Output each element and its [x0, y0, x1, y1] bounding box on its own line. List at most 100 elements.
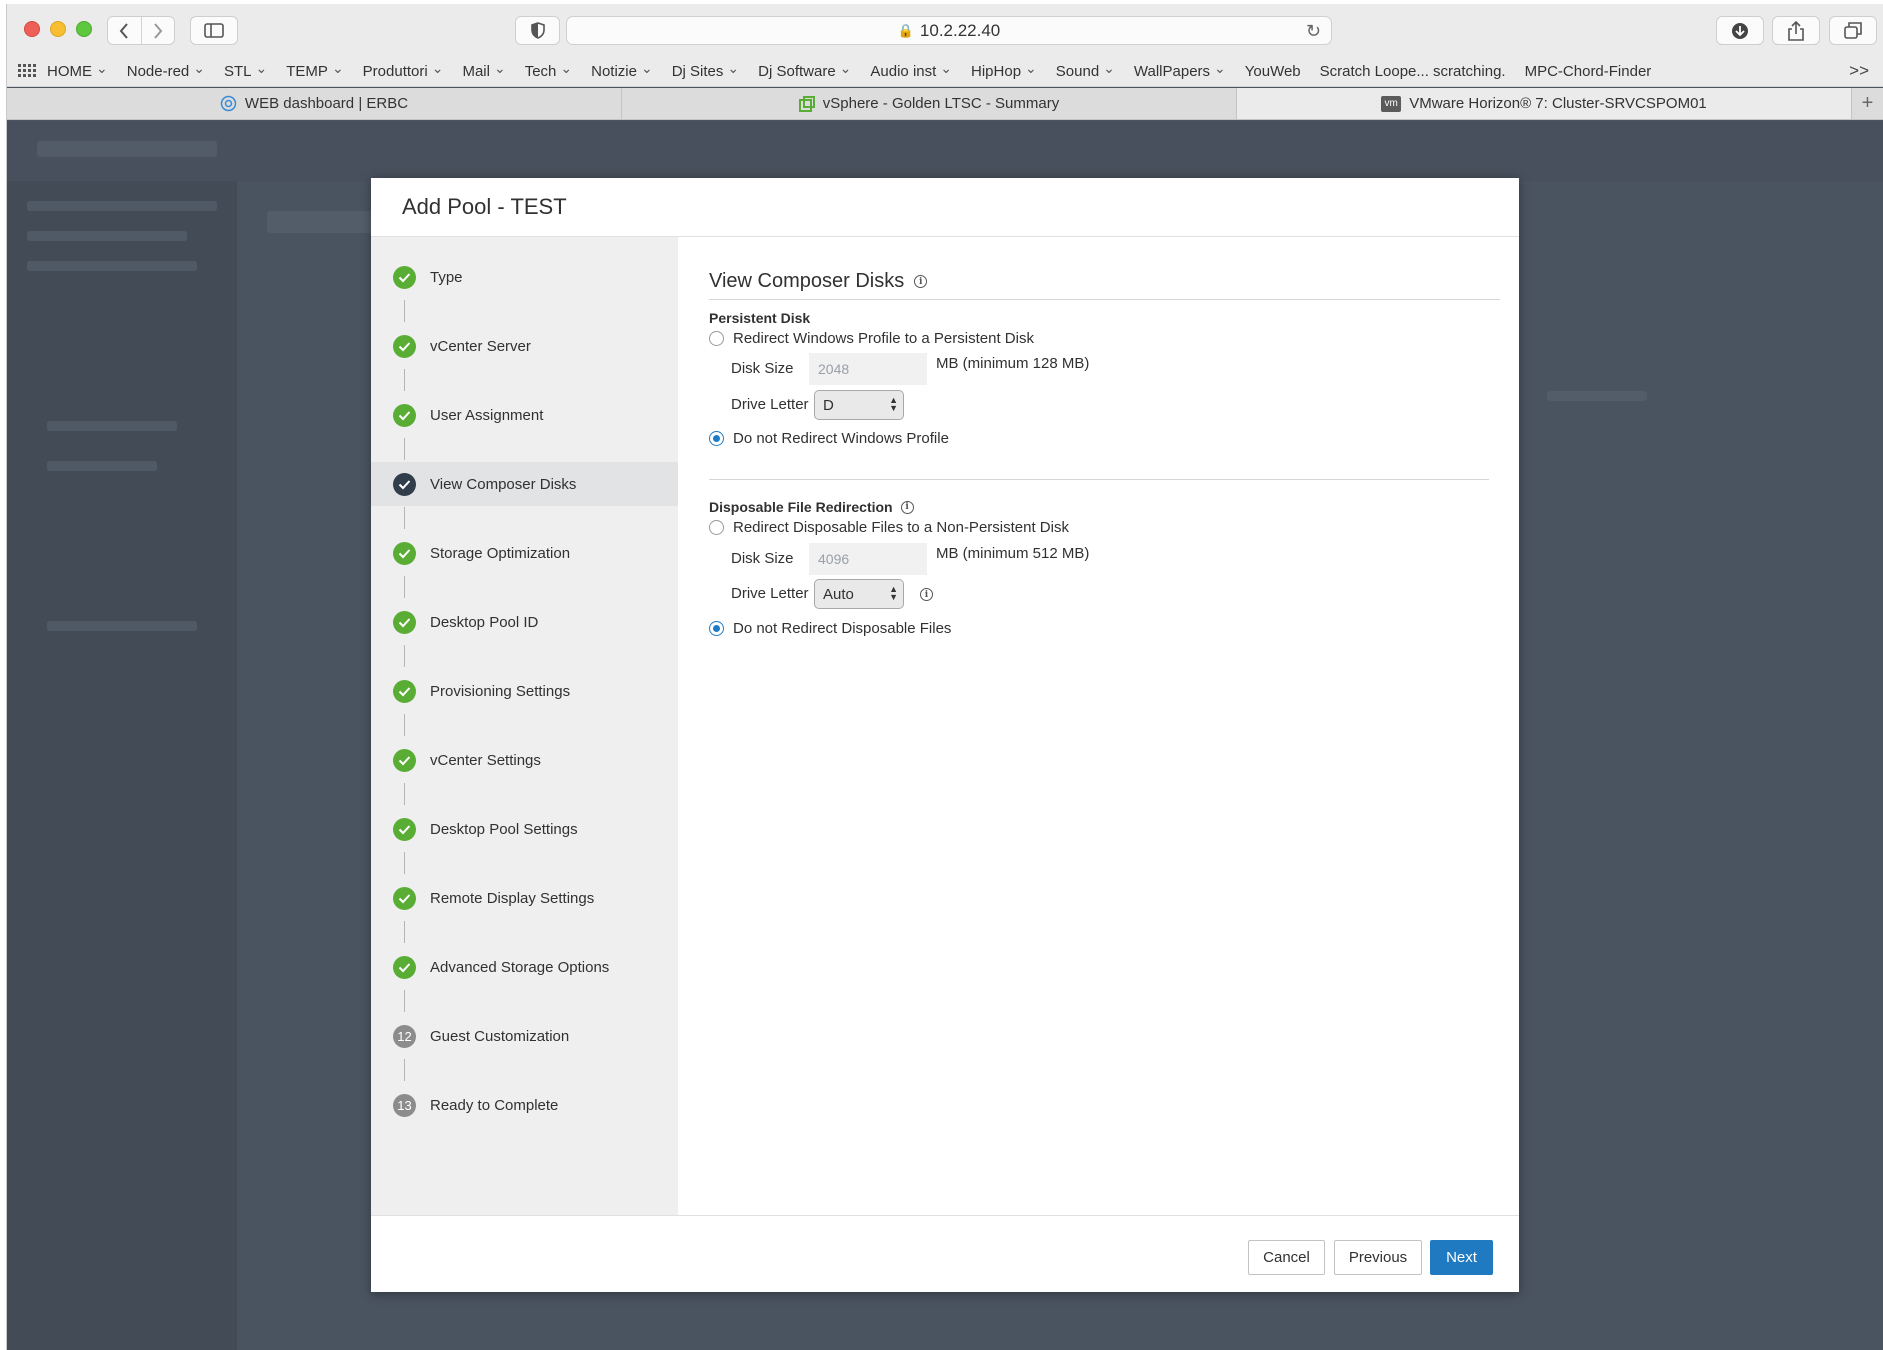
radio-label: Redirect Disposable Files to a Non-Persi… — [733, 519, 1069, 536]
tab-bar: WEB dashboard | ERBC vSphere - Golden LTS… — [7, 88, 1883, 120]
info-icon[interactable]: i — [900, 500, 914, 514]
disposable-drive-letter-select[interactable]: Auto ▲ ▼ — [814, 579, 904, 609]
history-nav — [107, 16, 175, 45]
share-button[interactable] — [1772, 16, 1820, 45]
chevron-down-icon: ⌄ — [493, 60, 506, 76]
disposable-disk-size-unit: MB (minimum 512 MB) — [936, 545, 1090, 562]
wizard-step[interactable]: vCenter Settings — [371, 738, 678, 782]
bookmark-item[interactable]: Mail ⌄ — [462, 60, 506, 80]
browser-tab[interactable]: vm VMware Horizon® 7: Cluster-SRVCSPOM01 — [1237, 88, 1852, 119]
browser-toolbar: 🔒 10.2.22.40 ↻ — [7, 4, 1883, 56]
browser-tab[interactable]: WEB dashboard | ERBC — [7, 88, 622, 119]
tab-overview-button[interactable] — [1829, 16, 1877, 45]
wizard-step[interactable]: 12 Guest Customization — [371, 1014, 678, 1058]
step-connector — [404, 990, 405, 1012]
lock-icon: 🔒 — [897, 22, 914, 38]
redirect-disposable-radio[interactable]: Redirect Disposable Files to a Non-Persi… — [709, 519, 1069, 536]
chevron-down-icon: ⌄ — [193, 60, 206, 76]
step-connector — [404, 645, 405, 667]
step-label: Remote Display Settings — [430, 889, 595, 907]
wizard-step[interactable]: Storage Optimization — [371, 531, 678, 575]
disposable-heading-text: Disposable File Redirection — [709, 499, 893, 515]
wizard-step[interactable]: Provisioning Settings — [371, 669, 678, 713]
tab-label: WEB dashboard | ERBC — [244, 95, 409, 112]
bookmark-item[interactable]: Notizie ⌄ — [591, 60, 653, 80]
step-connector — [404, 507, 405, 529]
step-connector — [404, 783, 405, 805]
close-window-button[interactable] — [24, 21, 40, 37]
radio-button-checked[interactable] — [709, 621, 724, 636]
radio-button[interactable] — [709, 331, 724, 346]
bookmark-item[interactable]: Dj Software ⌄ — [758, 61, 851, 80]
wizard-step[interactable]: vCenter Server — [371, 324, 678, 368]
step-label: Ready to Complete — [430, 1096, 559, 1114]
reload-icon[interactable]: ↻ — [1306, 21, 1321, 42]
wizard-step[interactable]: Remote Display Settings — [371, 876, 678, 920]
bookmark-item[interactable]: HipHop ⌄ — [971, 61, 1037, 80]
step-label: Type — [430, 268, 463, 286]
bookmark-item[interactable]: TEMP ⌄ — [286, 61, 343, 80]
gear-icon — [220, 95, 237, 112]
no-redirect-profile-radio[interactable]: Do not Redirect Windows Profile — [709, 430, 949, 447]
no-redirect-disposable-radio[interactable]: Do not Redirect Disposable Files — [709, 620, 951, 637]
info-icon[interactable]: i — [920, 588, 933, 601]
bookmark-label: Produttori — [362, 62, 428, 80]
privacy-report-button[interactable] — [515, 16, 560, 45]
disposable-disk-size-input[interactable]: 4096 — [809, 543, 927, 575]
persistent-disk-size-input[interactable]: 2048 — [809, 353, 927, 385]
next-button[interactable]: Next — [1430, 1240, 1493, 1275]
minimize-window-button[interactable] — [50, 21, 66, 37]
previous-button[interactable]: Previous — [1334, 1240, 1422, 1275]
info-icon[interactable]: i — [914, 275, 928, 288]
bookmark-item[interactable]: Dj Sites ⌄ — [672, 61, 739, 80]
tab-label: VMware Horizon® 7: Cluster-SRVCSPOM01 — [1409, 95, 1707, 112]
dialog-title: Add Pool - TEST — [371, 178, 1519, 237]
apps-grid-icon[interactable] — [7, 64, 47, 78]
browser-tab[interactable]: vSphere - Golden LTSC - Summary — [622, 88, 1237, 119]
radio-label: Redirect Windows Profile to a Persistent… — [733, 330, 1034, 347]
bookmarks-overflow-button[interactable]: >> — [1849, 61, 1869, 81]
radio-button-checked[interactable] — [709, 431, 724, 446]
bookmark-item[interactable]: Tech ⌄ — [525, 61, 572, 80]
wizard-step[interactable]: User Assignment — [371, 393, 678, 437]
new-tab-button[interactable]: + — [1852, 88, 1883, 119]
bookmark-label: Audio inst — [870, 62, 937, 80]
wizard-step[interactable]: 13 Ready to Complete — [371, 1083, 678, 1127]
downloads-button[interactable] — [1716, 16, 1764, 45]
dialog-footer: Cancel Previous Next — [371, 1215, 1519, 1292]
wizard-content: View Composer Disks i Persistent Disk Re… — [678, 237, 1519, 1215]
disposable-file-heading: Disposable File Redirection i — [709, 499, 914, 515]
wizard-step[interactable]: Desktop Pool ID — [371, 600, 678, 644]
zoom-window-button[interactable] — [76, 21, 92, 37]
wizard-steps: Type vCenter Server User Assignment View Co… — [371, 237, 678, 1215]
back-button[interactable] — [108, 22, 141, 39]
bookmark-item[interactable]: Sound ⌄ — [1056, 61, 1115, 80]
radio-button[interactable] — [709, 520, 724, 535]
chevron-down-icon: ⌄ — [640, 60, 653, 76]
persistent-disk-heading: Persistent Disk — [709, 310, 811, 326]
bookmark-item[interactable]: YouWeb — [1245, 63, 1301, 80]
wizard-step[interactable]: Type — [371, 255, 678, 299]
bookmark-item[interactable]: Produttori ⌄ — [362, 61, 444, 80]
checkmark-icon — [393, 265, 416, 289]
redirect-profile-radio[interactable]: Redirect Windows Profile to a Persistent… — [709, 330, 1034, 347]
wizard-step[interactable]: View Composer Disks — [371, 462, 678, 506]
checkmark-icon — [393, 334, 416, 358]
bookmark-item[interactable]: Audio inst ⌄ — [870, 61, 952, 80]
bookmark-item[interactable]: HOME ⌄ — [47, 61, 108, 80]
bookmark-item[interactable]: STL ⌄ — [224, 61, 267, 80]
sidebar-toggle-button[interactable] — [190, 16, 238, 45]
checkmark-icon — [393, 748, 416, 772]
step-label: Advanced Storage Options — [430, 958, 610, 976]
cancel-button[interactable]: Cancel — [1248, 1240, 1325, 1275]
bookmark-item[interactable]: Scratch Loope... scratching. — [1320, 63, 1506, 80]
persistent-drive-letter-select[interactable]: D ▲ ▼ — [814, 390, 904, 420]
bookmark-item[interactable]: Node-red ⌄ — [127, 60, 206, 80]
forward-button[interactable] — [142, 22, 175, 39]
wizard-step[interactable]: Advanced Storage Options — [371, 945, 678, 989]
wizard-step[interactable]: Desktop Pool Settings — [371, 807, 678, 851]
bookmark-item[interactable]: MPC-Chord-Finder — [1525, 63, 1652, 80]
address-bar[interactable]: 🔒 10.2.22.40 ↻ — [566, 16, 1332, 45]
bookmark-item[interactable]: WallPapers ⌄ — [1134, 61, 1226, 80]
updown-arrows-icon: ▲ ▼ — [889, 395, 898, 413]
